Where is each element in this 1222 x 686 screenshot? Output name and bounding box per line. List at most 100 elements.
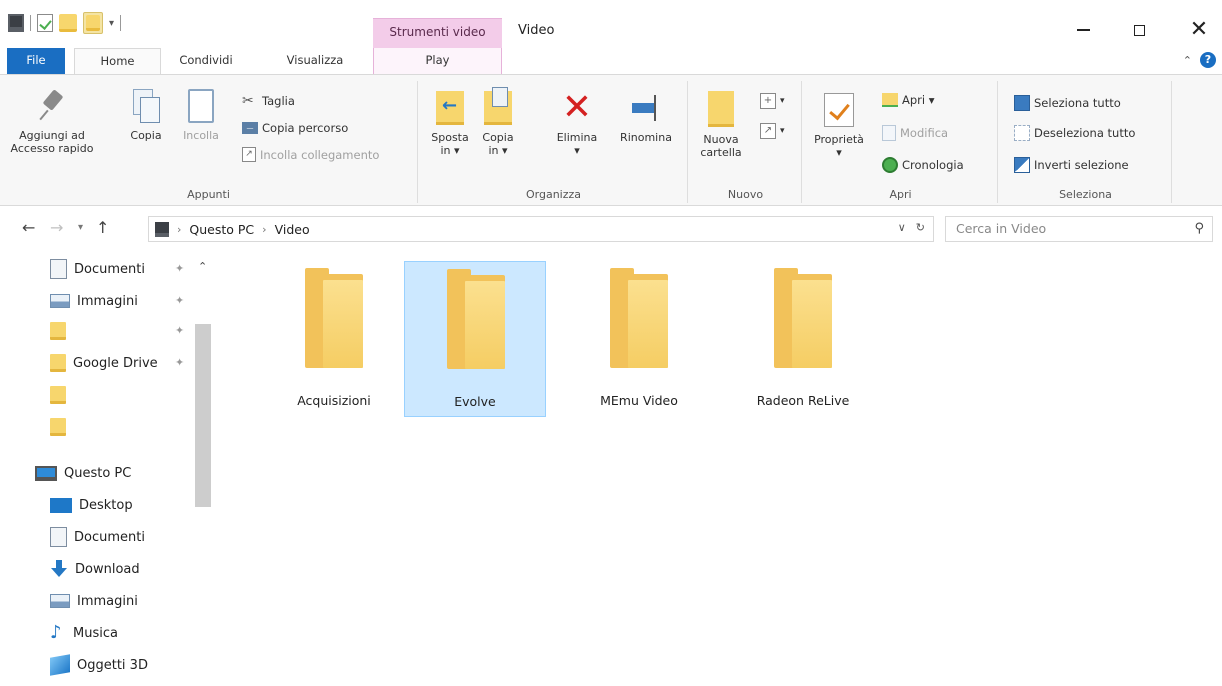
nav-item-musica[interactable]: ♪ Musica — [50, 620, 118, 646]
copy-button[interactable]: Copia — [128, 89, 164, 142]
group-apri: Proprietà ▾ Apri ▾ Modifica Cronologia A… — [804, 81, 998, 203]
easy-access-dropdown-icon: ▾ — [780, 126, 785, 136]
recent-locations-icon[interactable]: ▾ — [78, 222, 83, 233]
nav-item-oggetti-3d[interactable]: Oggetti 3D — [50, 652, 148, 678]
tab-visualizza[interactable]: Visualizza — [270, 48, 360, 74]
download-icon — [50, 560, 68, 578]
properties-button[interactable]: Proprietà ▾ — [808, 93, 870, 159]
new-folder-button[interactable]: Nuova cartella — [696, 91, 746, 159]
copy-to-button[interactable]: Copia in ▾ — [478, 87, 518, 157]
breadcrumb-questo-pc[interactable]: Questo PC — [189, 222, 254, 237]
nav-item-download[interactable]: Download — [50, 556, 140, 582]
paste-button[interactable]: Incolla — [176, 89, 226, 142]
new-folder-icon[interactable] — [59, 14, 77, 32]
cut-button[interactable]: ✂ Taglia — [242, 93, 295, 109]
ribbon-tabs: File Home Condividi Visualizza Play ⌃ ? — [0, 48, 1222, 74]
documents-icon — [50, 259, 67, 279]
back-icon[interactable]: ← — [22, 218, 35, 237]
nav-item-folder[interactable] — [50, 382, 73, 408]
help-icon[interactable]: ? — [1200, 52, 1216, 68]
select-none-icon — [1014, 125, 1030, 141]
history-label: Cronologia — [902, 158, 964, 172]
minimize-icon — [1076, 29, 1090, 31]
properties-icon[interactable] — [37, 14, 53, 32]
folder-tile-acquisizioni[interactable]: Acquisizioni — [263, 261, 405, 417]
folder-icon[interactable] — [83, 12, 103, 34]
pin-icon[interactable]: ✦ — [175, 294, 184, 307]
scroll-up-icon[interactable]: ⌃ — [198, 260, 207, 273]
folder-icon — [50, 386, 66, 404]
folder-name: MEmu Video — [600, 393, 678, 408]
nav-item-immagini[interactable]: Immagini — [50, 288, 138, 314]
scrollbar-thumb[interactable] — [195, 324, 211, 507]
search-input[interactable]: Cerca in Video ⚲ — [945, 216, 1213, 242]
tab-home[interactable]: Home — [74, 48, 161, 74]
easy-access-button[interactable]: ↗ ▾ — [760, 123, 785, 139]
nav-item-label: Musica — [73, 625, 118, 641]
open-button[interactable]: Apri ▾ — [882, 93, 935, 107]
navigation-scrollbar[interactable]: ⌃ — [193, 252, 213, 682]
nav-item-desktop[interactable]: Desktop — [50, 492, 133, 518]
collapse-ribbon-icon[interactable]: ⌃ — [1183, 54, 1192, 67]
maximize-button[interactable] — [1116, 14, 1162, 46]
nav-item-label: Documenti — [74, 529, 145, 545]
open-icon — [882, 93, 898, 107]
copy-to-label: Copia in ▾ — [482, 131, 514, 157]
desktop-icon — [50, 497, 72, 513]
select-none-label: Deseleziona tutto — [1034, 126, 1136, 140]
folder-tile-evolve[interactable]: Evolve — [404, 261, 546, 417]
refresh-icon[interactable]: ↻ — [916, 221, 925, 234]
folder-tile-radeon-relive[interactable]: Radeon ReLive — [732, 261, 874, 417]
nav-item-folder[interactable] — [50, 318, 73, 344]
folder-icon — [50, 354, 66, 372]
folder-icon — [792, 280, 832, 368]
nav-item-folder[interactable] — [50, 414, 73, 440]
nav-item-immagini[interactable]: Immagini — [50, 588, 138, 614]
pin-icon[interactable]: ✦ — [175, 356, 184, 369]
properties-icon — [824, 93, 854, 127]
customize-toolbar-icon[interactable]: ▾ — [109, 18, 114, 29]
tab-condividi[interactable]: Condividi — [171, 48, 241, 74]
nav-item-label: Download — [75, 561, 140, 577]
copy-path-icon: — — [242, 122, 258, 134]
nav-item-documenti[interactable]: Documenti — [50, 256, 145, 282]
pin-icon[interactable]: ✦ — [175, 262, 184, 275]
delete-button[interactable]: ✕ Elimina ▾ — [552, 90, 602, 158]
pin-quick-access-label: Aggiungi ad Accesso rapido — [10, 129, 94, 155]
folder-icon — [50, 322, 66, 340]
paste-shortcut-button[interactable]: ↗ Incolla collegamento — [242, 147, 379, 162]
pin-icon[interactable]: ✦ — [175, 324, 184, 337]
nav-item-label: Immagini — [77, 593, 138, 609]
up-icon[interactable]: ↑ — [96, 218, 109, 237]
address-bar[interactable]: › Questo PC › Video ∨ ↻ — [148, 216, 934, 242]
close-button[interactable]: ✕ — [1176, 14, 1222, 46]
search-icon[interactable]: ⚲ — [1194, 217, 1204, 241]
quick-access-toolbar: ▾ — [8, 12, 122, 34]
folder-tile-memu-video[interactable]: MEmu Video — [568, 261, 710, 417]
group-label-nuovo: Nuovo — [727, 188, 764, 201]
nav-item-documenti[interactable]: Documenti — [50, 524, 145, 550]
invert-selection-button[interactable]: Inverti selezione — [1014, 157, 1129, 173]
breadcrumb-chevron-icon[interactable]: › — [177, 223, 181, 236]
move-to-button[interactable]: Sposta in ▾ — [430, 91, 470, 157]
computer-icon[interactable] — [8, 14, 24, 32]
nav-item-google-drive[interactable]: Google Drive — [50, 350, 158, 376]
nav-item-questo-pc[interactable]: Questo PC — [35, 460, 131, 486]
copy-path-button[interactable]: — Copia percorso — [242, 121, 348, 135]
edit-button[interactable]: Modifica — [882, 125, 948, 141]
breadcrumb-video[interactable]: Video — [275, 222, 310, 237]
properties-dropdown-icon: ▾ — [836, 146, 842, 159]
tab-file[interactable]: File — [7, 48, 65, 74]
new-item-button[interactable]: + ▾ — [760, 93, 785, 109]
breadcrumb-chevron-icon[interactable]: › — [262, 223, 266, 236]
pin-quick-access-button[interactable]: Aggiungi ad Accesso rapido — [4, 89, 100, 155]
navigation-pane: Documenti ✦ Immagini ✦ ✦ Google Drive ✦ … — [0, 248, 213, 686]
address-dropdown-icon[interactable]: ∨ — [898, 221, 906, 234]
forward-icon[interactable]: → — [50, 218, 63, 237]
minimize-button[interactable] — [1060, 14, 1106, 46]
history-button[interactable]: Cronologia — [882, 157, 964, 173]
tab-play[interactable]: Play — [373, 48, 502, 74]
select-none-button[interactable]: Deseleziona tutto — [1014, 125, 1135, 141]
rename-button[interactable]: Rinomina — [616, 91, 676, 144]
select-all-button[interactable]: Seleziona tutto — [1014, 95, 1121, 111]
